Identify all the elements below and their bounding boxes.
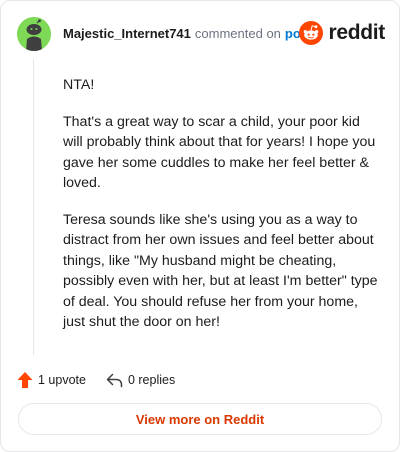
username-link[interactable]: Majestic_Internet741 bbox=[63, 26, 191, 41]
commented-on-text: commented on bbox=[194, 26, 281, 41]
reddit-wordmark: reddit bbox=[328, 21, 385, 44]
comment-meta: Majestic_Internet741 commented on post bbox=[63, 26, 312, 42]
upvote-count: 1 upvote bbox=[38, 373, 86, 387]
comment-embed-card: Majestic_Internet741 commented on post red… bbox=[0, 0, 400, 452]
user-avatar-icon[interactable] bbox=[17, 17, 51, 51]
thread-line bbox=[33, 59, 34, 355]
replies-count: 0 replies bbox=[127, 373, 176, 387]
reply-icon bbox=[106, 373, 123, 387]
reddit-logo-icon bbox=[299, 21, 324, 45]
upvote-button[interactable]: 1 upvote bbox=[17, 371, 86, 389]
comment-body: NTA! That's a great way to scar a child,… bbox=[63, 75, 381, 349]
comment-header: Majestic_Internet741 commented on post red… bbox=[17, 17, 385, 51]
replies-button[interactable]: 0 replies bbox=[106, 373, 175, 388]
comment-paragraph: Teresa sounds like she's using you as a … bbox=[63, 211, 378, 331]
upvote-arrow-icon bbox=[17, 372, 33, 388]
comment-actions: 1 upvote 0 replies bbox=[17, 370, 195, 390]
comment-paragraph: That's a great way to scar a child, your… bbox=[63, 113, 376, 192]
reddit-logo[interactable]: reddit bbox=[299, 19, 385, 47]
view-more-button[interactable]: View more on Reddit bbox=[18, 403, 382, 435]
comment-paragraph: NTA! bbox=[63, 77, 95, 93]
